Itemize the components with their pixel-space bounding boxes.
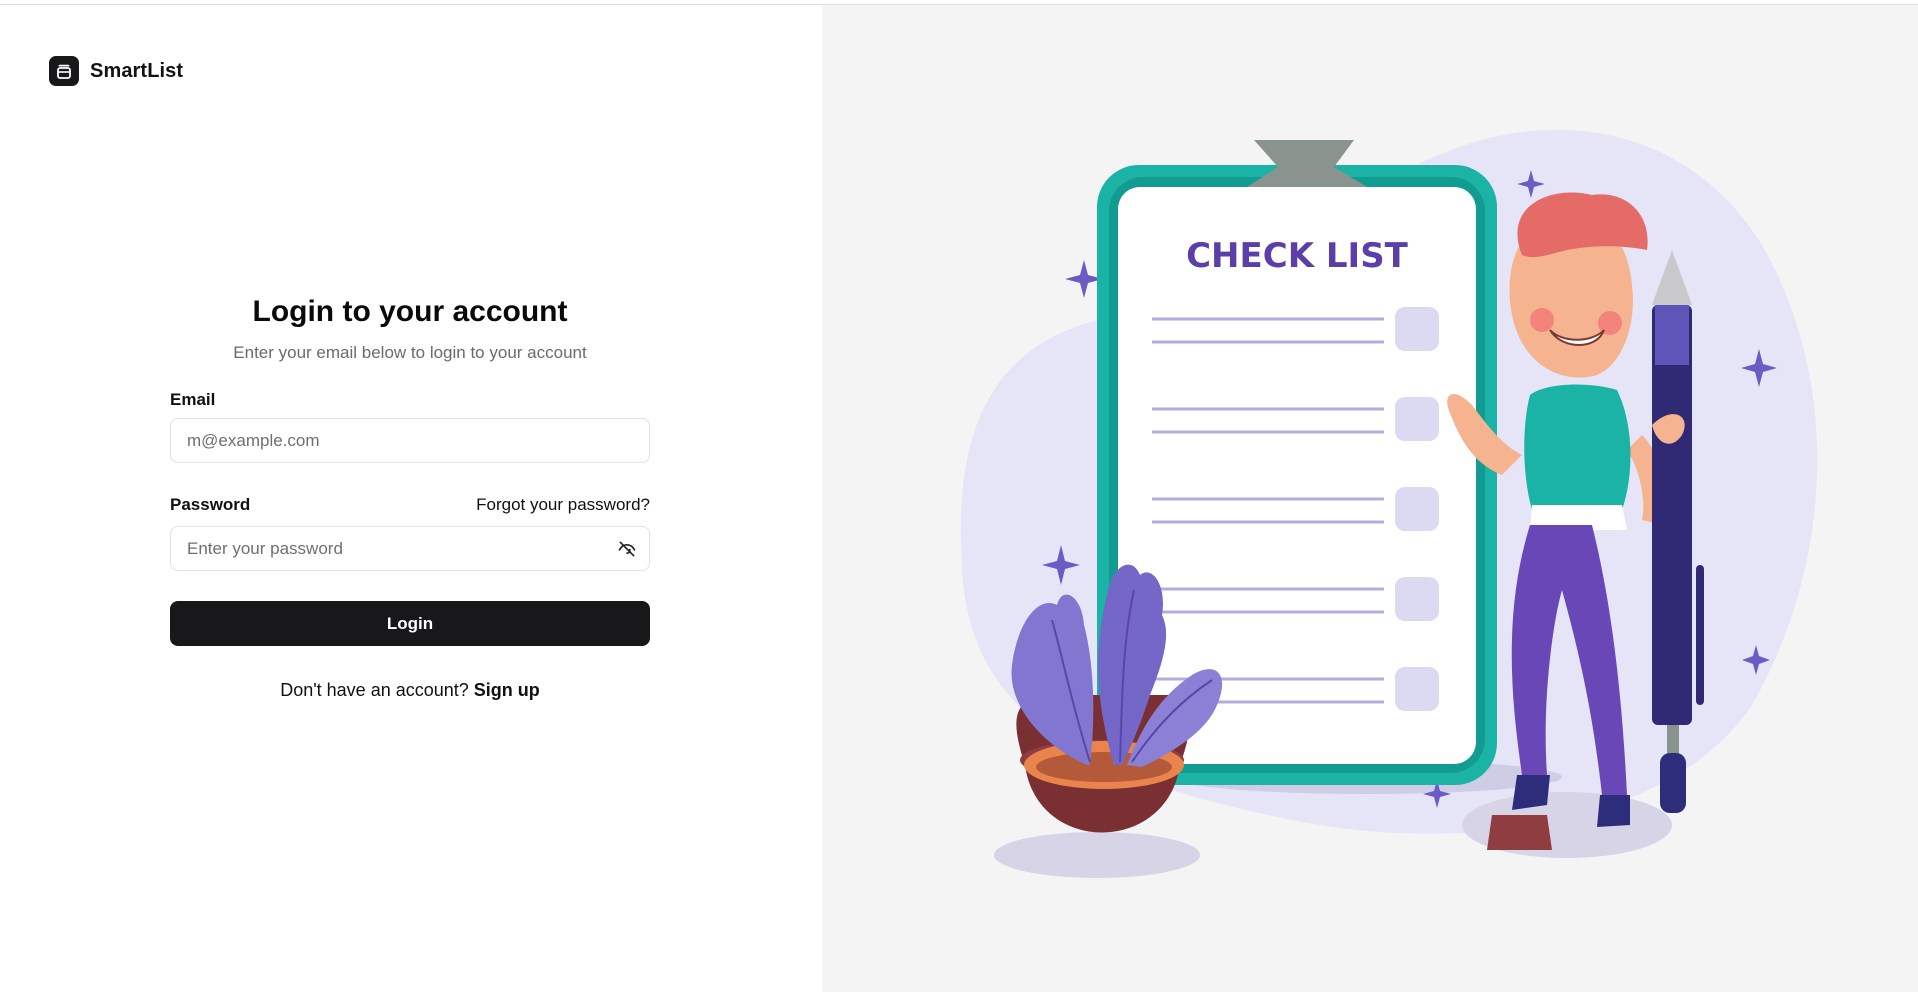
login-panel: SmartList Login to your account Enter yo… — [0, 5, 822, 992]
signup-link[interactable]: Sign up — [474, 680, 540, 700]
signup-prompt-text: Don't have an account? — [280, 680, 469, 700]
email-group: Email — [170, 390, 650, 463]
password-group: Password Forgot your password? — [170, 495, 650, 571]
email-label: Email — [170, 390, 216, 409]
password-label: Password — [170, 495, 251, 514]
password-input-wrap — [170, 526, 650, 571]
login-form: Login to your account Enter your email b… — [170, 295, 650, 701]
password-label-row: Password Forgot your password? — [170, 495, 650, 515]
forgot-password-link[interactable]: Forgot your password? — [476, 495, 650, 515]
page-title: Login to your account — [252, 295, 568, 328]
password-field[interactable] — [170, 526, 650, 571]
brand-name: SmartList — [90, 59, 184, 82]
clipboard-clip — [1247, 140, 1367, 187]
app-logo-icon — [49, 56, 79, 86]
page-subtitle: Enter your email below to login to your … — [233, 343, 587, 362]
email-field[interactable] — [170, 418, 650, 463]
clipboard-title: CHECK LIST — [1186, 236, 1409, 276]
signup-prompt: Don't have an account? Sign up — [170, 680, 650, 701]
plant-shadow — [994, 832, 1200, 878]
eye-off-icon[interactable] — [616, 538, 638, 560]
checklist-illustration: CHECK LIST — [960, 129, 1818, 878]
illustration-panel: CHECK LIST — [822, 5, 1918, 992]
login-button[interactable]: Login — [170, 601, 650, 646]
brand-link[interactable]: SmartList — [49, 56, 183, 86]
